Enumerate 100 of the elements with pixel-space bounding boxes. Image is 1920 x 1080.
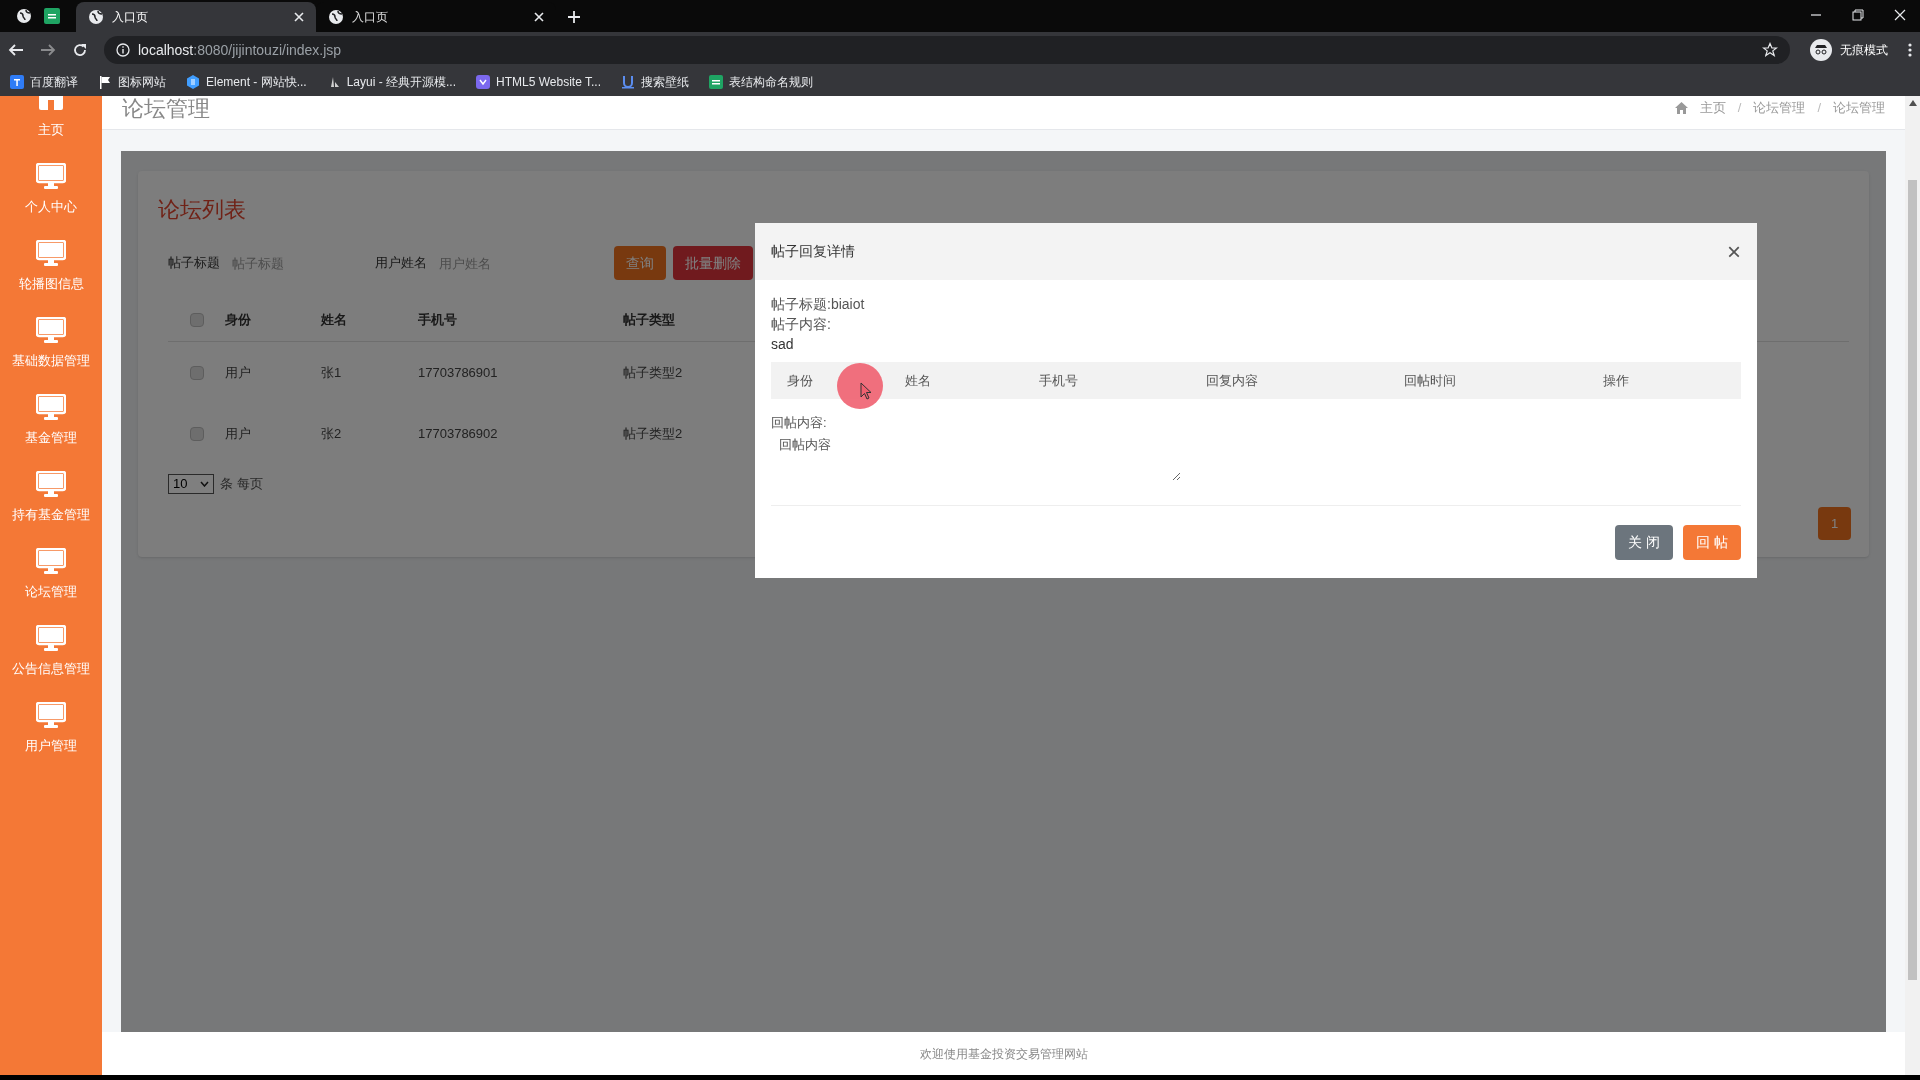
monitor-icon [36,317,66,343]
breadcrumb-link[interactable]: 主页 [1699,97,1726,118]
row-checkbox[interactable] [189,426,204,441]
page-title: 论坛管理 [122,97,210,120]
globe-icon [88,9,104,25]
card-title: 论坛列表 [158,196,247,224]
delete-button[interactable]: 批量删除 [673,246,753,280]
sidebar-item[interactable]: 个人中心 [0,150,102,227]
monitor-icon [36,394,66,420]
close-button[interactable]: 关 闭 [1615,524,1674,560]
breadcrumb-link[interactable]: 论坛管理 [1833,97,1885,118]
spreadsheet-icon [709,75,723,89]
breadcrumb-link[interactable]: 论坛管理 [1753,97,1806,118]
row-checkbox[interactable] [189,365,204,380]
flag-icon [98,75,112,89]
sidebar-item[interactable]: 论坛管理 [0,535,102,612]
monitor-icon [36,625,66,651]
menu-icon[interactable] [1908,42,1912,58]
dialog-title: 帖子回复详情 [771,242,855,261]
scroll-up-icon[interactable] [1908,100,1917,106]
filter-label: 帖子标题 [168,254,220,273]
translate-icon [10,75,24,89]
scrollbar-thumb[interactable] [1908,180,1917,980]
reply-input[interactable]: 回帖内容 [771,432,1181,481]
globe-icon[interactable] [16,8,32,24]
column-header: 操作 [1603,371,1630,390]
close-icon[interactable] [294,12,304,22]
monitor-icon [36,702,66,728]
close-button[interactable]: × [1727,239,1741,264]
filter-label: 用户姓名 [375,254,427,273]
back-icon[interactable] [8,42,24,58]
sidebar-item[interactable]: 用户管理 [0,689,102,766]
forward-icon[interactable] [40,42,56,58]
scrollbar[interactable] [1905,96,1920,1075]
post-content-label: 帖子内容: [771,315,832,334]
column-header: 姓名 [321,310,348,329]
bookmark[interactable]: 表结构命名规则 [709,73,813,91]
bookmark[interactable]: Element - 网站快... [186,73,307,91]
bookmark[interactable]: 搜索壁纸 [621,73,689,91]
monitor-icon [36,163,66,189]
post-content-text: sad [771,335,795,354]
globe-icon [328,9,344,25]
table-cell-text: 用户 [225,363,252,382]
page-size-label: 条 每页 [220,475,263,494]
table-cell-text: 用户 [225,424,252,443]
column-header: 身份 [786,371,814,390]
bookmark-icon [476,75,491,89]
sidebar-item[interactable]: 公告信息管理 [0,612,102,689]
incognito-icon [1810,39,1832,61]
table-cell-text: 张1 [321,363,343,382]
cursor-icon [860,382,872,400]
address-bar[interactable]: localhost:8080/jijintouzi/index.jsp [104,36,1790,64]
bookmark[interactable]: HTML5 Website T... [476,73,601,91]
close-icon[interactable] [534,12,544,22]
table-cell-text: 帖子类型2 [623,363,684,382]
column-header: 身份 [225,310,252,329]
column-header: 手机号 [1039,371,1079,390]
sidebar-item[interactable]: 基础数据管理 [0,304,102,381]
monitor-icon [36,471,66,497]
select-all-checkbox[interactable] [189,312,204,327]
click-indicator [836,362,884,410]
star-icon[interactable] [1762,42,1778,58]
column-header: 姓名 [905,371,932,390]
sidebar-item[interactable]: 持有基金管理 [0,458,102,535]
column-header: 回复内容 [1206,371,1259,390]
breadcrumb-separator: / [1737,98,1742,117]
sidebar-item[interactable]: 主页 [0,96,102,150]
column-header: 帖子类型 [623,310,676,329]
table-cell-text: 帖子类型2 [623,424,684,443]
browser-tab[interactable]: 入口页 [76,2,316,32]
breadcrumb-separator: / [1817,98,1821,117]
restore-icon[interactable] [1852,9,1864,21]
search-button[interactable]: 查询 [614,246,666,280]
info-icon[interactable] [116,43,130,57]
reply-button[interactable]: 回 帖 [1683,524,1741,560]
bookmark[interactable]: 图标网站 [98,73,166,91]
new-tab-icon[interactable] [567,10,581,24]
table-cell-text: 17703786902 [418,424,499,443]
caret-icon [200,481,209,487]
sidebar-item[interactable]: 基金管理 [0,381,102,458]
reload-icon[interactable] [72,42,88,58]
hexagon-icon [186,75,200,89]
spreadsheet-icon[interactable] [44,8,60,24]
column-header: 回帖时间 [1404,371,1457,390]
table-cell-text: 17703786901 [418,363,499,382]
profile-button[interactable]: 无痕模式 [1806,36,1892,64]
bookmark[interactable]: 百度翻译 [10,73,78,91]
table-cell-text: 张2 [321,424,343,443]
monitor-icon [36,240,66,266]
sidebar-item[interactable]: 轮播图信息 [0,227,102,304]
monitor-icon [36,548,66,574]
footer-text: 欢迎使用基金投资交易管理网站 [919,1045,1088,1063]
column-header: 手机号 [418,310,458,329]
page-size-select[interactable]: 10 [168,474,214,494]
post-title-text: 帖子标题:biaiot [771,295,866,314]
bookmark[interactable]: Layui - 经典开源模... [326,73,457,91]
reply-label: 回帖内容: [771,414,828,432]
bookmark-icon [621,75,635,89]
close-icon[interactable] [1894,9,1906,21]
page-button[interactable]: 1 [1818,507,1851,540]
